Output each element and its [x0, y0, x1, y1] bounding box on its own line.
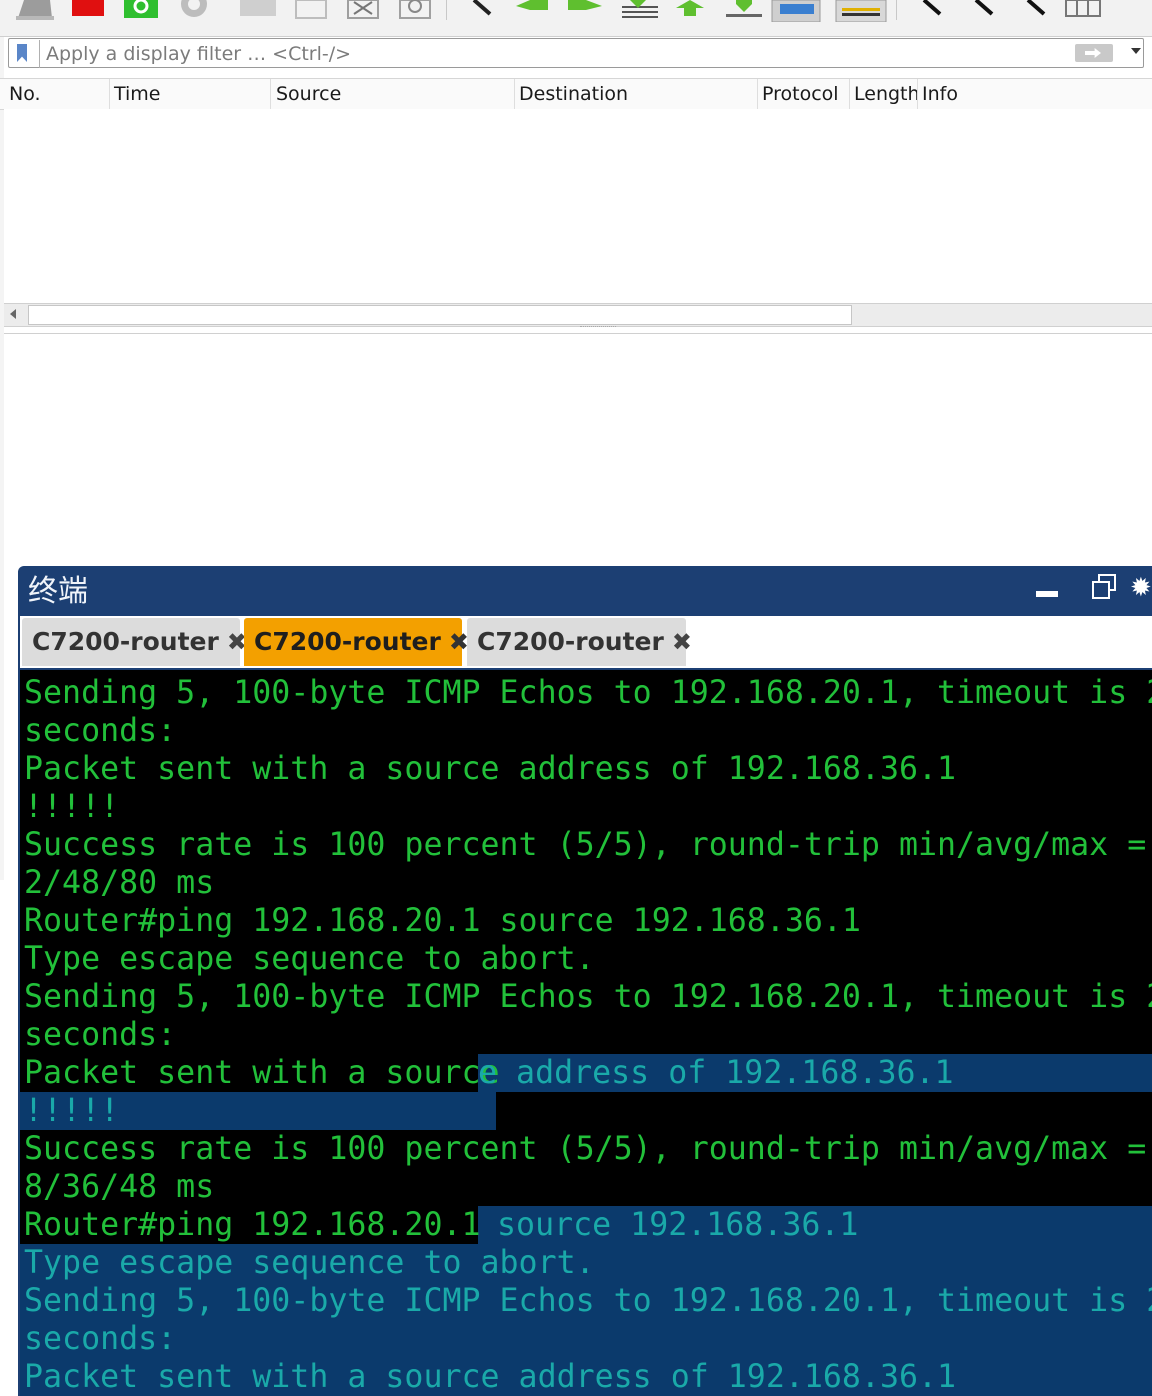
- tab-label: C7200-router: [477, 627, 664, 656]
- terminal-line-selected: Type escape sequence to abort.: [24, 1245, 595, 1281]
- terminal-line-selected: Sending 5, 100-byte ICMP Echos to 192.16…: [24, 1283, 1152, 1319]
- capture-options-icon[interactable]: [181, 0, 207, 17]
- close-file-icon[interactable]: [347, 0, 379, 19]
- terminal-line: 2/48/80 ms: [24, 865, 215, 901]
- terminal-line: seconds:: [24, 1017, 177, 1053]
- horizontal-scrollbar[interactable]: [4, 303, 1152, 327]
- open-file-icon[interactable]: [240, 0, 276, 16]
- terminal-line: Router#ping 192.168.20.1 source 192.168.…: [24, 903, 861, 939]
- column-time[interactable]: Time: [109, 79, 271, 109]
- terminal-line-selected: source 192.168.36.1: [478, 1207, 859, 1243]
- tab-c7200-router-3[interactable]: C7200-router ✖: [467, 618, 692, 666]
- tab-c7200-router-2[interactable]: C7200-router ✖: [244, 618, 469, 666]
- resize-columns-icon[interactable]: [1065, 0, 1101, 17]
- go-back-icon[interactable]: [516, 0, 548, 10]
- terminal-line: Success rate is 100 percent (5/5), round…: [24, 827, 1147, 863]
- display-filter-bar: [8, 38, 1144, 68]
- scroll-left-arrow-icon[interactable]: [10, 309, 16, 319]
- reload-file-icon[interactable]: [399, 0, 431, 19]
- apply-filter-arrow-icon[interactable]: [1075, 44, 1113, 62]
- packet-list-header: No. Time Source Destination Protocol Len…: [0, 78, 1152, 110]
- shark-fin-icon[interactable]: [16, 0, 54, 20]
- tab-label: C7200-router: [254, 627, 441, 656]
- column-info[interactable]: Info: [917, 79, 1152, 109]
- terminal-title: 终端: [28, 574, 88, 609]
- chevron-down-icon[interactable]: [1131, 48, 1141, 54]
- toolbar-icons: [16, 0, 1101, 22]
- restore-window-icon[interactable]: [1092, 574, 1118, 600]
- terminal-line: 8/36/48 ms: [24, 1169, 215, 1205]
- pane-splitter[interactable]: [580, 326, 616, 331]
- colorize-icon[interactable]: [835, 0, 887, 22]
- last-packet-icon[interactable]: [726, 0, 762, 17]
- terminal-line: Packet sent with a source: [24, 1055, 500, 1091]
- restart-capture-icon[interactable]: [124, 0, 158, 18]
- filter-bookmark-icon[interactable]: [17, 44, 27, 62]
- terminal-line-selected: seconds:: [24, 1321, 177, 1357]
- terminal-line-selected: Packet sent with a source address of 192…: [24, 1359, 957, 1395]
- minimize-icon[interactable]: [1036, 591, 1058, 597]
- terminal-line: Type escape sequence to abort.: [24, 941, 595, 977]
- terminal-tab-bar: C7200-router ✖ C7200-router ✖ C7200-router…: [20, 616, 1152, 668]
- terminal-line: seconds:: [24, 713, 177, 749]
- find-packet-icon[interactable]: [472, 0, 492, 16]
- tab-label: C7200-router: [32, 627, 219, 656]
- save-file-icon[interactable]: [295, 0, 327, 19]
- go-to-packet-icon[interactable]: [622, 0, 658, 18]
- terminal-line: Sending 5, 100-byte ICMP Echos to 192.16…: [24, 979, 1152, 1015]
- gear-icon[interactable]: ✹: [1130, 575, 1152, 601]
- zoom-out-icon[interactable]: [974, 0, 994, 16]
- display-filter-input[interactable]: [39, 40, 1078, 68]
- close-icon[interactable]: ✖: [449, 628, 469, 656]
- zoom-in-icon[interactable]: [922, 0, 942, 16]
- auto-scroll-icon[interactable]: [771, 0, 821, 22]
- terminal-line: Packet sent with a source address of 192…: [24, 751, 957, 787]
- column-destination[interactable]: Destination: [514, 79, 758, 109]
- zoom-normal-icon[interactable]: [1026, 0, 1046, 16]
- tab-c7200-router-1[interactable]: C7200-router ✖: [22, 618, 247, 666]
- terminal-line: !!!!!: [24, 789, 120, 825]
- column-length[interactable]: Length: [849, 79, 918, 109]
- main-toolbar: [0, 0, 1152, 37]
- first-packet-icon[interactable]: [676, 0, 704, 16]
- terminal-output[interactable]: Sending 5, 100-byte ICMP Echos to 192.16…: [20, 670, 1152, 1396]
- terminal-line-selected: e address of 192.168.36.1: [478, 1055, 954, 1091]
- terminal-line: Success rate is 100 percent (5/5), round…: [24, 1131, 1147, 1167]
- column-protocol[interactable]: Protocol: [757, 79, 850, 109]
- terminal-line-selected: !!!!!: [24, 1093, 120, 1129]
- packet-list[interactable]: [4, 109, 1152, 303]
- packet-details-pane[interactable]: [4, 333, 1152, 566]
- terminal-line: Router#ping 192.168.20.1: [24, 1207, 481, 1243]
- terminal-window: 终端 ✹ C7200-router ✖ C7200-router ✖ C7200-r…: [18, 566, 1152, 1396]
- stop-capture-icon[interactable]: [72, 0, 104, 16]
- go-forward-icon[interactable]: [568, 0, 602, 10]
- close-icon[interactable]: ✖: [672, 628, 692, 656]
- terminal-line: Sending 5, 100-byte ICMP Echos to 192.16…: [24, 675, 1152, 711]
- column-no[interactable]: No.: [4, 79, 110, 109]
- column-source[interactable]: Source: [271, 79, 515, 109]
- scrollbar-thumb[interactable]: [28, 305, 852, 325]
